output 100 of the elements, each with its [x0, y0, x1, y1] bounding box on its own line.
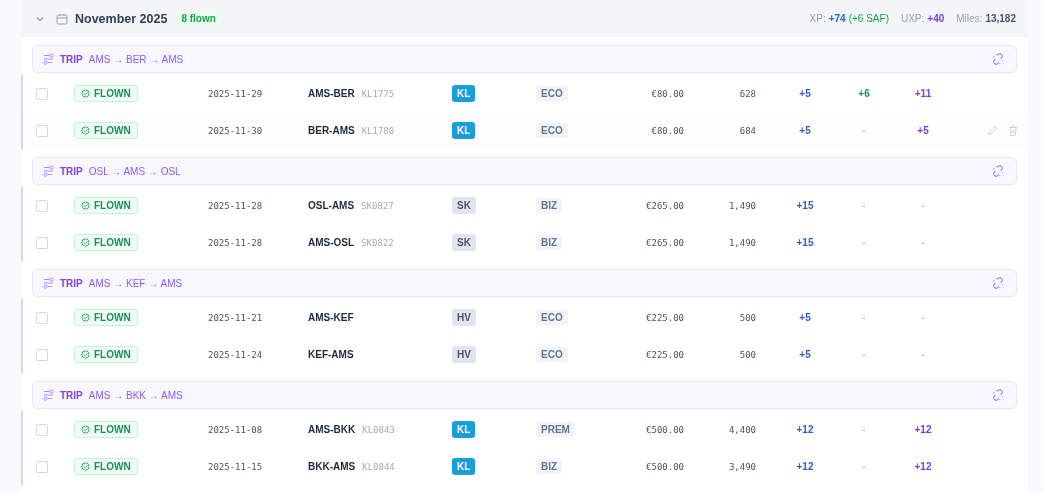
flight-number: KL1775	[361, 89, 395, 99]
trip-label: TRIP	[60, 53, 83, 65]
row-checkbox[interactable]	[36, 87, 48, 100]
airline-badge: KL	[452, 122, 476, 139]
airline-badge: KL	[452, 421, 476, 438]
flight-date: 2025-11-15	[208, 461, 264, 472]
uxp-value: +12	[914, 461, 932, 472]
route-icon	[43, 53, 54, 65]
uxp-value: -	[921, 237, 925, 248]
row-checkbox[interactable]	[36, 236, 48, 249]
saf-value: -	[862, 349, 866, 360]
trip-label: TRIP	[60, 389, 83, 401]
status-badge: FLOWN	[74, 309, 138, 326]
flight-row[interactable]: FLOWN 2025-11-24 KEF-AMS HV ECO €225.00 500 +5 - -	[23, 336, 1028, 373]
unlink-icon[interactable]	[992, 53, 1004, 65]
miles-cell-text: 3,490	[727, 461, 756, 472]
trip-route: OSL → AMS → OSL	[88, 165, 181, 177]
status-badge: FLOWN	[74, 85, 138, 102]
price-cell-text: €80.00	[650, 88, 684, 99]
cabin-tag: BIZ	[536, 235, 563, 250]
flown-count-badge: 8 flown	[174, 11, 223, 26]
cabin-tag: ECO	[536, 123, 568, 138]
xp-label: XP:	[809, 13, 826, 24]
flight-number: SK0822	[361, 238, 394, 248]
miles-cell-text: 684	[738, 125, 756, 136]
miles-cell-text: 4,400	[727, 424, 756, 435]
cabin-tag: ECO	[536, 347, 568, 362]
xp-total: +74	[828, 13, 846, 24]
flight-row[interactable]: FLOWN 2025-11-21 AMS-KEF HV ECO €225.00 500 +5 - -	[23, 299, 1028, 336]
delete-icon[interactable]	[1008, 125, 1018, 136]
flight-date: 2025-11-29	[208, 88, 264, 99]
miles-total: 13,182	[985, 13, 1016, 24]
xp-value: +5	[799, 312, 811, 323]
cabin-tag: ECO	[536, 310, 568, 325]
trip-label: TRIP	[60, 165, 83, 177]
xp-value: +5	[799, 349, 811, 360]
flight-row[interactable]: FLOWN 2025-11-28 OSL-AMS SK0827 SK BIZ €265.00 1,490 +15 - -	[23, 187, 1028, 224]
month-header[interactable]: November 2025 8 flown XP: +74 (+6 SAF) UXP: +40 Miles: 13,182	[21, 0, 1028, 37]
airline-badge: KL	[452, 458, 476, 475]
row-checkbox[interactable]	[36, 199, 48, 212]
xp-value: +15	[796, 200, 814, 211]
miles-cell-text: 1,490	[727, 200, 756, 211]
flight-row[interactable]: FLOWN 2025-11-29 AMS-BER KL1775 KL ECO €80.00 628 +5 +6 +11	[23, 75, 1028, 112]
route-icon	[43, 389, 54, 401]
trip-route: AMS → KEF → AMS	[88, 277, 183, 289]
uxp-value: +5	[917, 125, 929, 136]
flight-row[interactable]: FLOWN 2025-11-28 AMS-OSL SK0822 SK BIZ €265.00 1,490 +15 - -	[23, 224, 1028, 261]
status-badge: FLOWN	[74, 421, 138, 438]
trip-route: AMS → BKK → AMS	[88, 389, 183, 401]
airline-badge: HV	[452, 346, 476, 363]
flight-route: BER-AMS	[308, 125, 355, 136]
unlink-icon[interactable]	[992, 389, 1004, 401]
price-cell-text: €225.00	[645, 349, 684, 360]
saf-value: -	[862, 312, 866, 323]
cabin-tag: BIZ	[536, 459, 563, 474]
saf-value: -	[862, 125, 866, 136]
flight-route: OSL-AMS	[308, 200, 355, 211]
xp-value: +12	[796, 424, 814, 435]
flight-route: KEF-AMS	[308, 349, 354, 360]
edit-icon[interactable]	[987, 125, 998, 136]
row-checkbox[interactable]	[36, 348, 48, 361]
route-icon	[43, 277, 54, 289]
saf-value: -	[862, 461, 866, 472]
flight-route: AMS-KEF	[308, 312, 354, 323]
xp-value: +5	[799, 125, 811, 136]
month-title: November 2025	[75, 11, 168, 26]
miles-cell-text: 500	[738, 349, 756, 360]
row-checkbox[interactable]	[36, 460, 48, 473]
unlink-icon[interactable]	[992, 277, 1004, 289]
miles-cell-text: 1,490	[727, 237, 756, 248]
saf-total: (+6 SAF)	[848, 13, 889, 24]
uxp-value: -	[921, 200, 925, 211]
flight-route: AMS-BER	[308, 88, 355, 99]
flight-route: AMS-BKK	[308, 424, 356, 435]
row-checkbox[interactable]	[36, 311, 48, 324]
row-checkbox[interactable]	[36, 124, 48, 137]
xp-value: +12	[796, 461, 814, 472]
uxp-value: +12	[914, 424, 932, 435]
trip-label: TRIP	[60, 277, 83, 289]
flight-date: 2025-11-28	[208, 200, 264, 211]
row-checkbox[interactable]	[36, 423, 48, 436]
flight-number: KL0844	[362, 462, 395, 472]
status-badge: FLOWN	[74, 197, 138, 214]
flight-row[interactable]: FLOWN 2025-11-08 AMS-BKK KL0843 KL PREM €500.00 4,400 +12 - +12	[23, 411, 1028, 448]
flight-date: 2025-11-08	[208, 424, 264, 435]
miles-label: Miles:	[956, 13, 983, 24]
flight-route: BKK-AMS	[308, 461, 356, 472]
miles-cell-text: 500	[738, 312, 756, 323]
trip-route: AMS → BER → AMS	[88, 53, 184, 65]
flight-number: SK0827	[361, 201, 394, 211]
unlink-icon[interactable]	[992, 165, 1004, 177]
xp-value: +15	[796, 237, 814, 248]
flight-row[interactable]: FLOWN 2025-11-15 BKK-AMS KL0844 KL BIZ €500.00 3,490 +12 - +12	[23, 448, 1028, 485]
uxp-value: +11	[914, 88, 932, 99]
calendar-icon	[56, 12, 68, 25]
uxp-total: +40	[927, 13, 945, 24]
price-cell-text: €500.00	[645, 461, 684, 472]
uxp-value: -	[921, 349, 925, 360]
cabin-tag: ECO	[536, 86, 568, 101]
status-badge: FLOWN	[74, 122, 138, 139]
